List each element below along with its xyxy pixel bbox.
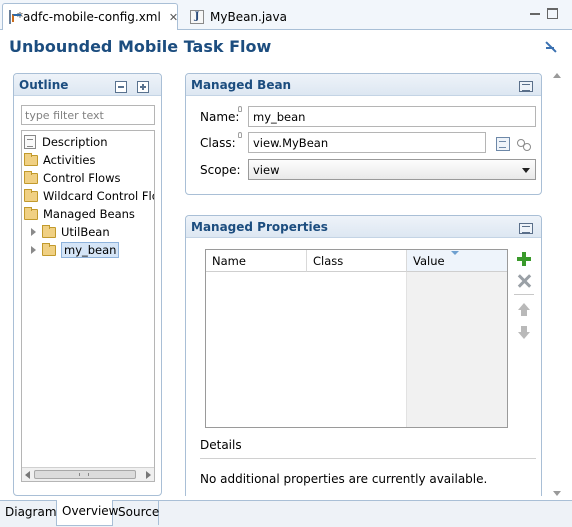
outline-tree: Description Activities Control Flows Wil… xyxy=(21,130,155,482)
add-icon[interactable] xyxy=(517,252,531,266)
edit-class-icon[interactable] xyxy=(496,137,510,151)
page-header: Unbounded Mobile Task Flow xyxy=(0,30,572,66)
toolbar-separator xyxy=(514,294,534,295)
tree-item-wildcard-control-flows[interactable]: Wildcard Control Flo xyxy=(24,187,155,205)
section-menu-icon[interactable] xyxy=(519,81,533,92)
info-hint-icon xyxy=(238,106,242,112)
column-header-name[interactable]: Name xyxy=(206,250,306,272)
close-icon[interactable]: ✕ xyxy=(169,11,178,24)
vertical-scrollbar[interactable] xyxy=(552,73,562,496)
name-field[interactable] xyxy=(248,106,536,127)
details-label: Details xyxy=(200,438,242,452)
disconnect-icon[interactable] xyxy=(544,40,558,54)
folder-icon xyxy=(24,152,38,166)
expand-arrow-icon[interactable] xyxy=(30,228,38,236)
outline-header: Outline xyxy=(14,74,161,96)
managed-bean-header: Managed Bean xyxy=(186,74,541,96)
delete-icon[interactable] xyxy=(517,274,531,288)
tab-source[interactable]: Source xyxy=(113,501,159,525)
properties-table: Name Class Value xyxy=(205,249,508,428)
tree-item-managed-beans[interactable]: Managed Beans xyxy=(24,205,135,223)
outline-title: Outline xyxy=(19,78,69,92)
value-column xyxy=(406,272,507,427)
horizontal-scrollbar[interactable] xyxy=(22,467,154,481)
details-text: No additional properties are currently a… xyxy=(200,472,488,486)
managed-bean-section: Managed Bean Name: Class: Scope: view xyxy=(185,73,542,195)
minimize-button[interactable] xyxy=(530,8,541,19)
name-label: Name: xyxy=(200,110,240,124)
tree-item-control-flows[interactable]: Control Flows xyxy=(24,169,120,187)
tree-item-description[interactable]: Description xyxy=(24,133,108,151)
bottom-tab-bar: Diagram Overview Source xyxy=(0,500,572,527)
class-field[interactable] xyxy=(248,132,486,153)
column-header-value[interactable]: Value xyxy=(406,250,507,272)
tab-mybean-java[interactable]: J MyBean.java xyxy=(184,3,314,30)
xml-file-icon xyxy=(9,10,21,24)
scroll-left-icon[interactable] xyxy=(25,471,30,479)
tab-overview[interactable]: Overview xyxy=(56,500,119,526)
page-icon xyxy=(24,135,36,149)
java-file-icon: J xyxy=(190,9,204,24)
scope-value: view xyxy=(253,163,280,177)
folder-icon xyxy=(24,206,38,220)
column-header-class[interactable]: Class xyxy=(306,250,406,272)
expand-all-icon[interactable] xyxy=(137,81,149,93)
page-title: Unbounded Mobile Task Flow xyxy=(9,37,272,56)
collapse-all-icon[interactable] xyxy=(115,81,127,93)
tree-item-my-bean[interactable]: my_bean xyxy=(30,241,120,259)
maximize-button[interactable] xyxy=(547,8,558,19)
folder-icon xyxy=(24,188,38,202)
outline-filter-input[interactable] xyxy=(21,105,155,125)
managed-properties-header: Managed Properties xyxy=(186,216,541,238)
managed-bean-title: Managed Bean xyxy=(191,78,292,92)
scope-select[interactable]: view xyxy=(248,159,536,180)
tab-label: MyBean.java xyxy=(210,9,287,24)
tree-item-label: Description xyxy=(42,135,108,149)
divider xyxy=(200,458,536,459)
chevron-down-icon xyxy=(522,168,530,173)
browse-class-icon[interactable] xyxy=(517,137,531,151)
tree-item-label: Wildcard Control Flo xyxy=(43,189,155,203)
expand-arrow-icon[interactable] xyxy=(30,246,38,254)
folder-icon xyxy=(42,242,56,256)
tree-item-label: Managed Beans xyxy=(43,207,135,221)
class-label: Class: xyxy=(200,136,236,150)
managed-properties-section: Managed Properties Name Class Value Deta… xyxy=(185,215,542,496)
info-hint-icon xyxy=(238,132,242,138)
tab-adfc-mobile-config[interactable]: *adfc-mobile-config.xml ✕ xyxy=(2,3,178,30)
folder-icon xyxy=(24,170,38,184)
scope-label: Scope: xyxy=(200,163,241,177)
tab-label: *adfc-mobile-config.xml xyxy=(17,10,161,24)
tree-item-label: my_bean xyxy=(61,242,120,258)
move-down-icon[interactable] xyxy=(517,325,531,339)
section-menu-icon[interactable] xyxy=(519,223,533,234)
scroll-right-icon[interactable] xyxy=(146,471,151,479)
tree-item-utilbean[interactable]: UtilBean xyxy=(30,223,110,241)
outline-panel: Outline Description Activities Control F… xyxy=(13,73,162,496)
tree-item-label: Control Flows xyxy=(43,171,121,185)
folder-icon xyxy=(42,224,56,238)
scrollbar-thumb[interactable] xyxy=(34,470,136,479)
managed-properties-title: Managed Properties xyxy=(191,220,328,234)
tree-item-label: UtilBean xyxy=(61,225,110,239)
move-up-icon[interactable] xyxy=(517,303,531,317)
editor-tab-bar: *adfc-mobile-config.xml ✕ J MyBean.java xyxy=(0,0,572,30)
tab-diagram[interactable]: Diagram xyxy=(0,501,57,525)
tree-item-activities[interactable]: Activities xyxy=(24,151,95,169)
tree-item-label: Activities xyxy=(43,153,96,167)
